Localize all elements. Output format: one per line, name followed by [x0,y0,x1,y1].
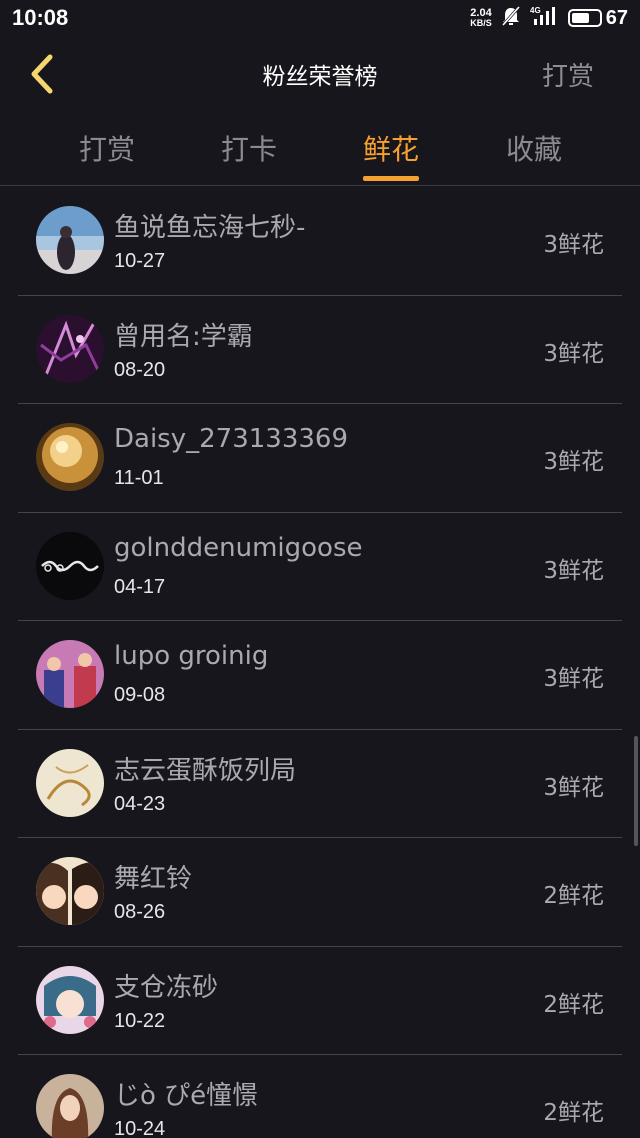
fan-name: Daisy_273133369 [114,424,348,454]
tab-checkin[interactable]: 打卡 [221,128,277,168]
avatar [36,748,104,817]
bell-muted-icon [500,5,522,31]
fan-date: 08-26 [114,901,166,923]
flower-count: 2鲜花 [543,1100,604,1126]
fan-date: 09-08 [114,684,166,706]
tab-reward[interactable]: 打赏 [79,128,135,168]
tab-favorites[interactable]: 收藏 [506,128,562,168]
tab-flowers[interactable]: 鲜花 [363,128,419,168]
fan-list: 鱼说鱼忘海七秒- 10-27 3鲜花 曾用名:学霸 08-20 3鲜花 Dais… [18,187,622,1138]
fan-date: 11-01 [114,467,164,489]
status-bar: 10:08 2.04 KB/S 4G 67 [0,0,640,36]
flower-count: 3鲜花 [543,232,604,258]
fan-name: 舞红铃 [114,864,193,894]
list-item[interactable]: Daisy_273133369 11-01 3鲜花 [18,404,622,513]
battery-icon [567,9,602,27]
avatar [36,965,104,1034]
reward-action-button[interactable]: 打赏 [542,56,594,93]
net-speed: 2.04 KB/S [470,7,492,29]
fan-name: 鱼说鱼忘海七秒- [114,213,306,243]
fan-date: 10-22 [114,1009,166,1032]
fans-honor-page: 10:08 2.04 KB/S 4G 67 粉丝荣誉榜 打赏 打赏 打卡 鲜花 … [0,0,640,1138]
battery: 67 [567,6,628,30]
signal-icon: 4G [530,5,560,31]
fan-date: 04-17 [114,575,166,598]
list-item[interactable]: 鱼说鱼忘海七秒- 10-27 3鲜花 [18,187,622,296]
avatar [36,640,104,708]
page-title: 粉丝荣誉榜 [262,64,378,90]
network-type: 4G [530,6,541,15]
net-speed-value: 2.04 [470,7,492,19]
flower-count: 3鲜花 [543,557,604,584]
fan-name: 曾用名:学霸 [114,321,253,352]
list-item[interactable]: 志云蛋酥饭列局 04-23 3鲜花 [18,730,622,838]
fan-date: 04-23 [114,792,166,815]
avatar [36,531,104,600]
flower-count: 3鲜花 [543,340,604,367]
flower-count: 3鲜花 [543,666,604,692]
flower-count: 3鲜花 [543,774,604,801]
fan-name: 支仓冻砂 [114,972,219,1003]
list-item[interactable]: golnddenumigoose 04-17 3鲜花 [18,513,622,621]
list-item[interactable]: 曾用名:学霸 08-20 3鲜花 [18,296,622,404]
avatar [36,423,104,491]
fan-date: 10-27 [114,250,166,272]
active-tab-indicator [363,176,419,181]
list-item[interactable]: じò ぴé憧憬 10-24 2鲜花 [18,1055,622,1138]
avatar [36,1074,104,1138]
fan-name: 志云蛋酥饭列局 [114,755,297,786]
app-header: 粉丝荣誉榜 打赏 [0,36,640,112]
fan-name: golnddenumigoose [114,532,363,563]
status-time: 10:08 [12,5,69,30]
flower-count: 3鲜花 [543,449,604,475]
avatar [36,206,104,274]
avatar [36,314,104,383]
list-item[interactable]: 支仓冻砂 10-22 2鲜花 [18,947,622,1055]
battery-level: 67 [605,6,628,29]
flower-count: 2鲜花 [543,991,604,1018]
scrollbar[interactable] [634,736,638,846]
fan-date: 10-24 [114,1118,166,1138]
chevron-left-icon [31,54,53,94]
fan-name: じò ぴé憧憬 [114,1081,259,1111]
list-item[interactable]: lupo groinig 09-08 3鲜花 [18,621,622,730]
flower-count: 2鲜花 [543,883,604,909]
back-button[interactable] [22,52,62,96]
avatar [36,857,104,925]
category-tabs: 打赏 打卡 鲜花 收藏 [0,112,640,186]
fan-name: lupo groinig [114,641,269,671]
net-speed-unit: KB/S [470,18,492,28]
status-icons: 2.04 KB/S 4G 67 [470,5,628,31]
fan-date: 08-20 [114,358,166,381]
list-item[interactable]: 舞红铃 08-26 2鲜花 [18,838,622,947]
